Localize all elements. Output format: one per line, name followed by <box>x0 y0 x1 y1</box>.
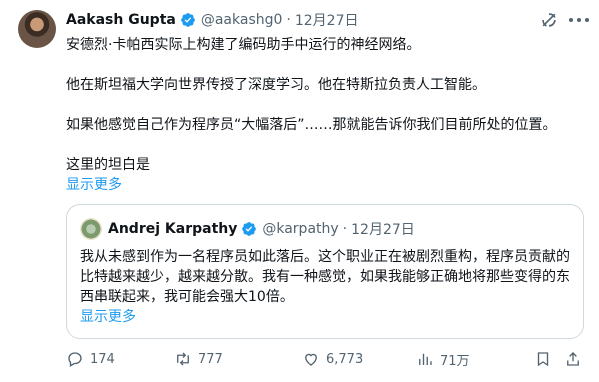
author-name[interactable]: Aakash Gupta <box>66 12 176 28</box>
retweet-icon <box>177 352 189 366</box>
reply-icon <box>68 352 82 367</box>
grok-icon[interactable] <box>539 10 559 30</box>
quote-date: 12月27日 <box>351 222 415 238</box>
share-button[interactable] <box>564 350 588 368</box>
share-icon <box>567 352 579 366</box>
quote-verified-badge-icon <box>242 222 257 236</box>
quote-show-more-link[interactable]: 显示更多 <box>80 307 575 327</box>
views-count: 71万 <box>440 353 470 369</box>
reply-button[interactable]: 174 <box>66 350 115 368</box>
reply-count: 174 <box>90 351 115 367</box>
quote-author-handle: @karpathy <box>262 221 339 237</box>
tweet-text: 安德烈·卡帕西实际上构建了编码助手中运行的神经网络。 他在斯坦福大学向世界传授了… <box>66 35 586 195</box>
tweet-header: Aakash Gupta @aakashg0 · 12月27日 <box>66 10 359 30</box>
tweet-date[interactable]: 12月27日 <box>295 10 359 30</box>
separator-dot: · <box>286 12 291 28</box>
quote-header: Andrej Karpathy @karpathy · 12月27日 <box>80 218 415 240</box>
avatar[interactable] <box>18 10 56 48</box>
quote-separator-dot: · <box>342 221 348 237</box>
quote-paragraph: 我从未感到作为一名程序员如此落后。这个职业正在被剧烈重构，程序员贡献的比特越来越… <box>80 249 570 305</box>
tweet-paragraph-2: 他在斯坦福大学向世界传授了深度学习。他在特斯拉负责人工智能。 <box>66 77 486 93</box>
more-icon[interactable] <box>569 10 589 30</box>
like-count: 6,773 <box>326 351 364 367</box>
show-more-link[interactable]: 显示更多 <box>66 175 586 195</box>
retweet-button[interactable]: 777 <box>174 350 223 368</box>
verified-badge-icon <box>181 13 195 27</box>
like-icon <box>305 353 317 366</box>
views-button[interactable]: 71万 <box>416 350 470 369</box>
action-bar: 174 777 6,773 71万 <box>66 346 586 372</box>
quote-avatar <box>80 218 102 240</box>
like-button[interactable]: 6,773 <box>302 350 363 368</box>
tweet-paragraph-1: 安德烈·卡帕西实际上构建了编码助手中运行的神经网络。 <box>66 37 421 53</box>
retweet-count: 777 <box>198 351 223 367</box>
quote-text: 我从未感到作为一名程序员如此落后。这个职业正在被剧烈重构，程序员贡献的比特越来越… <box>80 247 575 327</box>
quoted-tweet[interactable]: Andrej Karpathy @karpathy · 12月27日 我从未感到… <box>66 204 584 339</box>
tweet-paragraph-4: 这里的坦白是 <box>66 157 150 173</box>
author-handle[interactable]: @aakashg0 <box>201 12 283 28</box>
tweet-paragraph-3: 如果他感觉自己作为程序员“大幅落后”……那就能告诉你我们目前所处的位置。 <box>66 117 557 133</box>
bookmark-button[interactable] <box>534 350 558 368</box>
quote-author-name: Andrej Karpathy <box>108 221 238 237</box>
bookmark-icon <box>537 352 549 367</box>
views-icon <box>419 353 432 365</box>
